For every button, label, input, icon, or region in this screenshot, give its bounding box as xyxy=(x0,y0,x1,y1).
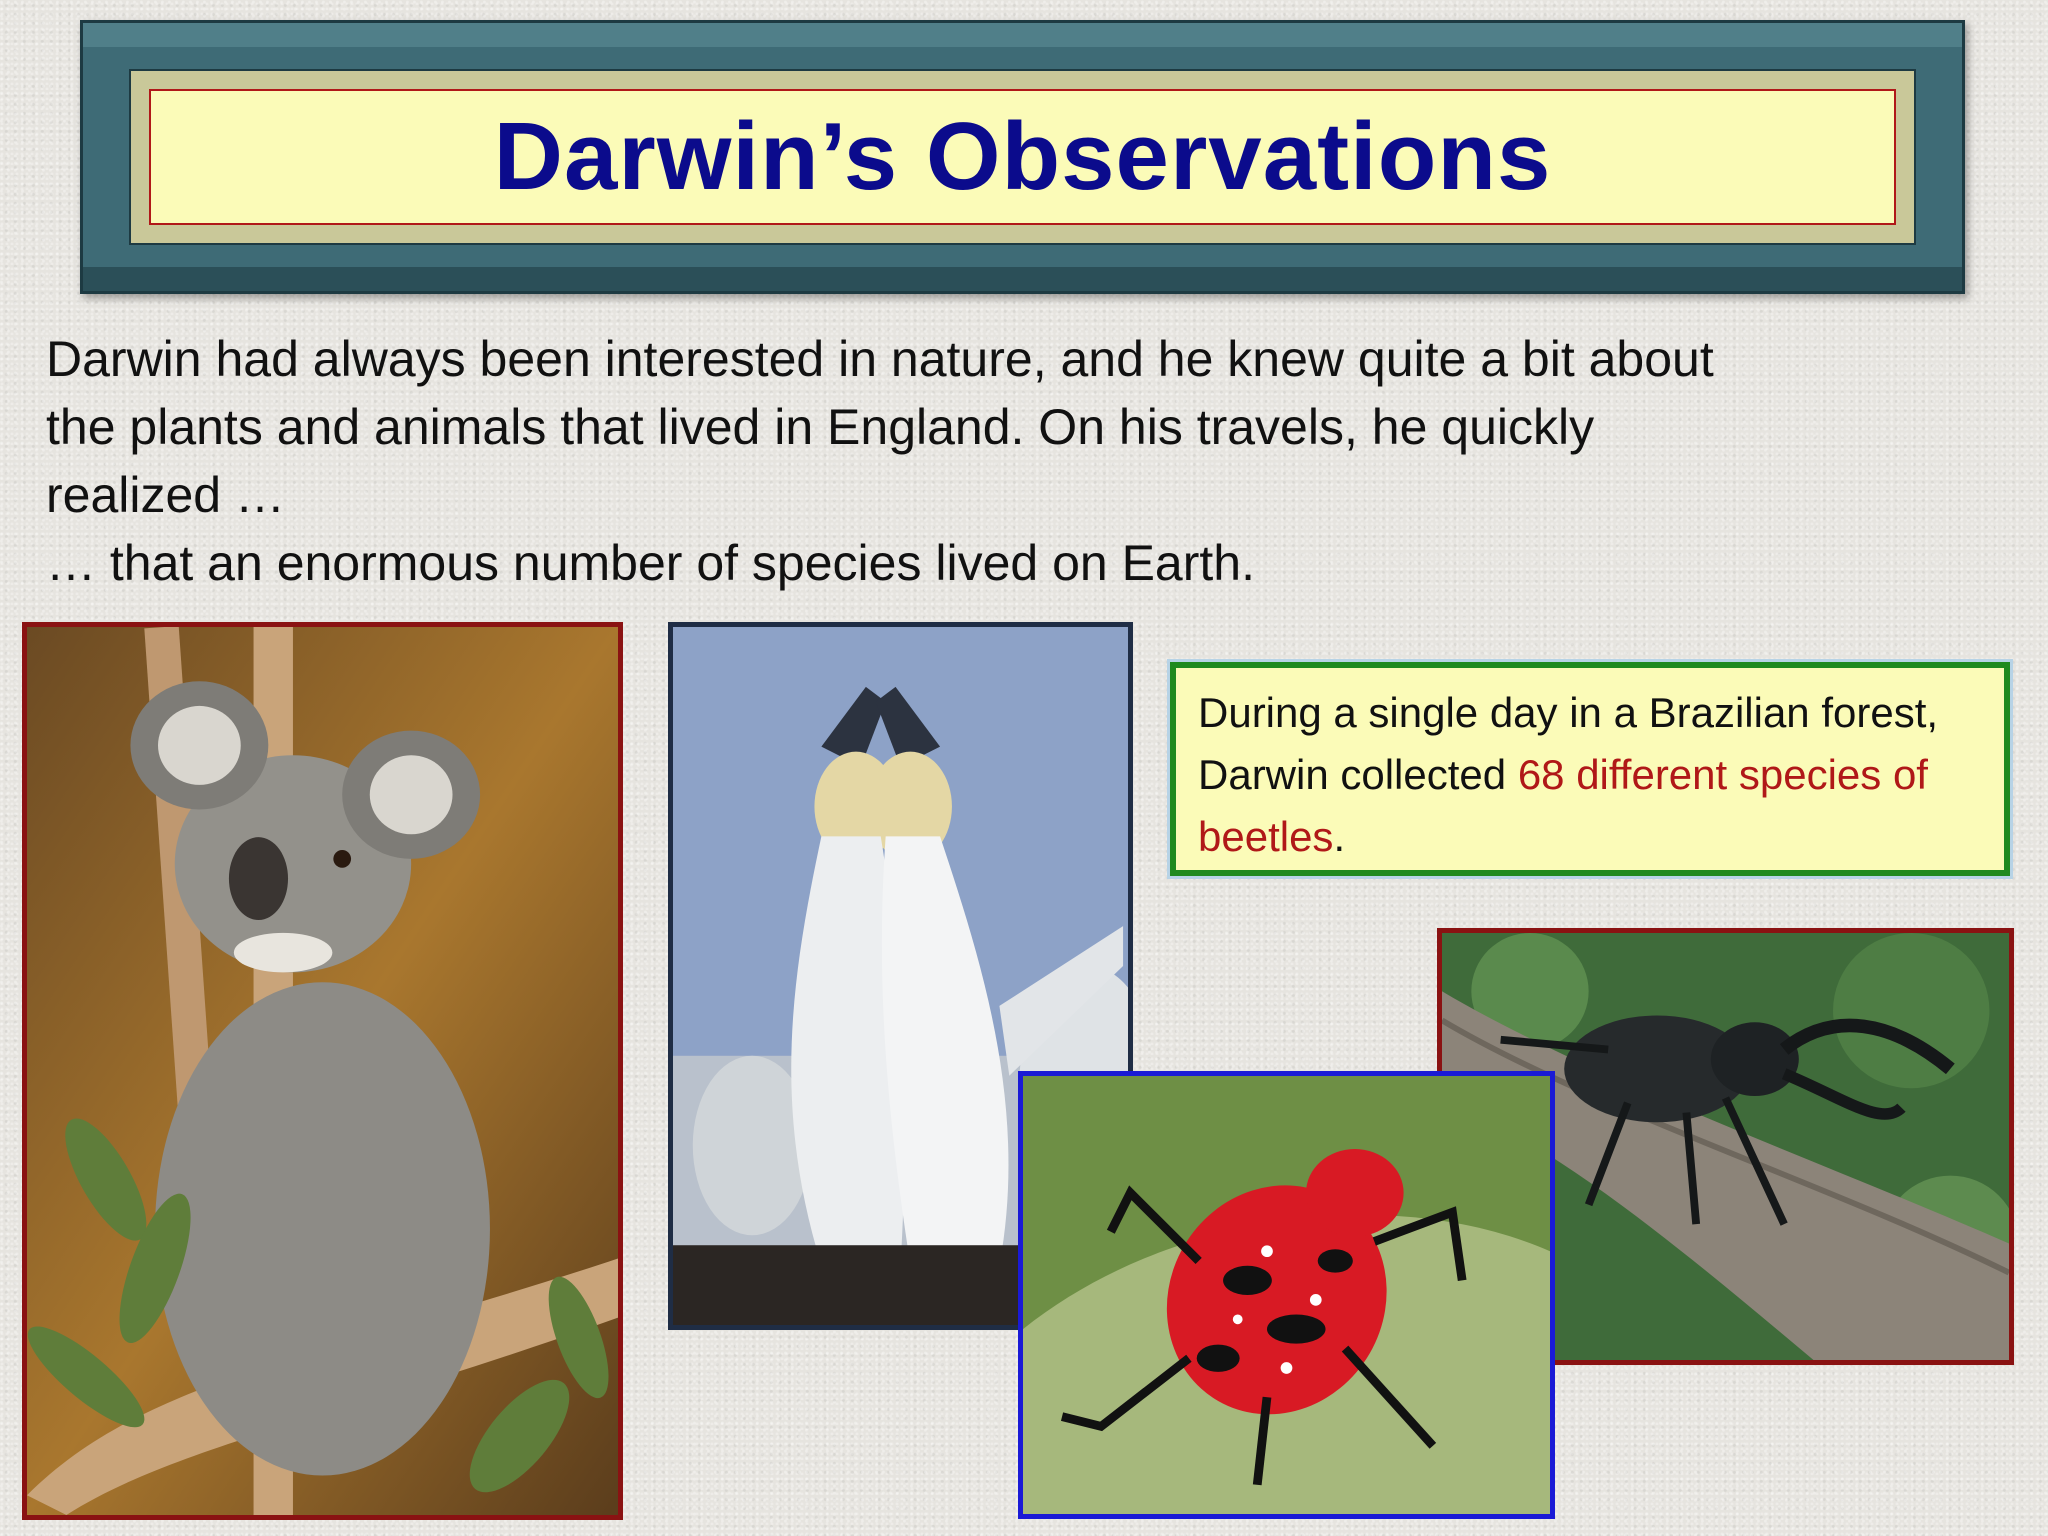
intro-line-3: realized … xyxy=(46,467,285,523)
red-beetle-image xyxy=(1023,1076,1550,1514)
koala-photo xyxy=(22,622,623,1520)
intro-line-1: Darwin had always been interested in nat… xyxy=(46,331,1714,387)
title-banner-panel: Darwin’s Observations xyxy=(149,89,1896,225)
title-banner-frame: Darwin’s Observations xyxy=(129,69,1916,245)
intro-line-2: the plants and animals that lived in Eng… xyxy=(46,399,1595,455)
beetle-fact-callout: During a single day in a Brazilian fores… xyxy=(1170,662,2010,876)
title-banner: Darwin’s Observations xyxy=(80,20,1965,294)
intro-text: Darwin had always been interested in nat… xyxy=(46,325,2006,597)
koala-image xyxy=(27,627,618,1515)
page-title: Darwin’s Observations xyxy=(493,103,1552,210)
callout-text-end: . xyxy=(1333,813,1346,860)
red-beetle-photo xyxy=(1018,1071,1555,1519)
intro-line-4: … that an enormous number of species liv… xyxy=(46,535,1255,591)
